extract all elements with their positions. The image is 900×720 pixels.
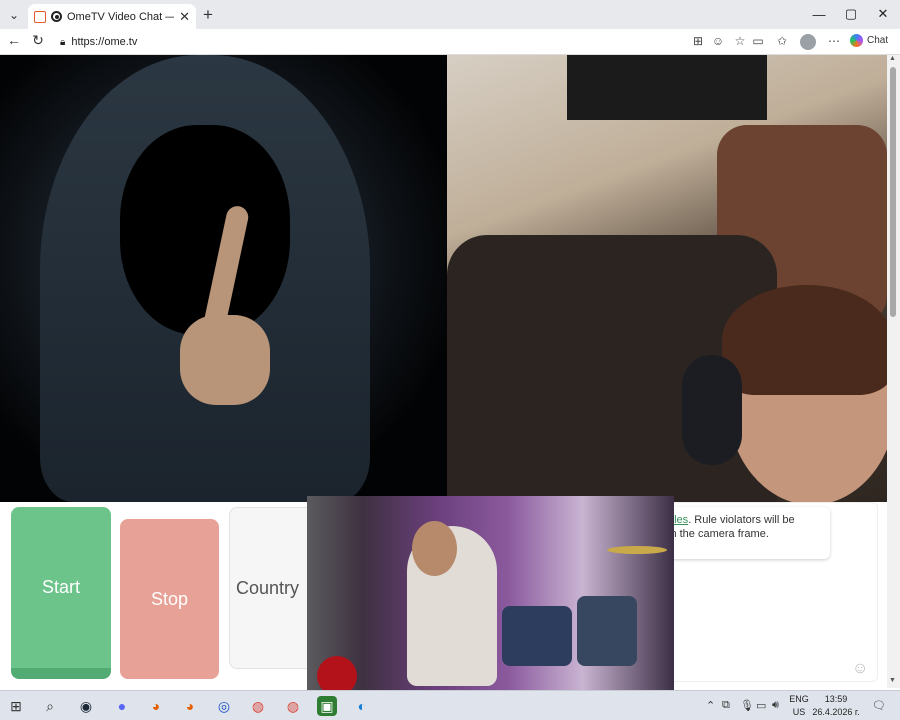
firefox-icon[interactable]: ◕ (146, 696, 166, 716)
tab-ometv[interactable]: OmeTV Video Chat — Omegle ✕ (28, 4, 196, 29)
network-icon[interactable]: ▭ (756, 699, 766, 712)
chrome-icon[interactable]: ◍ (248, 696, 268, 716)
start-button[interactable]: Start (11, 507, 111, 679)
minimize-button[interactable]: — (804, 4, 834, 24)
taskbar: ⊞ ⌕ ◉ ● ◕ ◕ ◎ ◍ ◍ ▣ ◐ ⌃ ⧉ 🎙︎ ▭ 🔊︎ ENG US… (0, 690, 900, 720)
stranger-hair (722, 285, 892, 395)
new-tab-button[interactable]: + (203, 5, 213, 25)
rules-notice: ules. Rule violators will be in the came… (660, 507, 830, 559)
steam-icon[interactable]: ◉ (76, 696, 96, 716)
stranger-headphones (682, 355, 742, 465)
clock[interactable]: 13:59 26.4.2026 г. (812, 693, 860, 719)
tab-favicon-icon (34, 10, 46, 23)
chat-label: Chat (867, 35, 889, 46)
tab-title: OmeTV Video Chat — Omegle (67, 10, 174, 23)
url-text: https://ome.tv (71, 36, 138, 48)
tab-close-icon[interactable]: ✕ (179, 9, 190, 25)
notice-text-1: . Rule violators will be (688, 514, 795, 526)
pip-drum-2 (577, 596, 637, 666)
maximize-button[interactable]: ▢ (836, 4, 866, 24)
clock-time: 13:59 (824, 694, 848, 704)
clock-date: 26.4.2026 г. (812, 707, 860, 717)
profile-avatar[interactable] (800, 34, 816, 50)
lock-icon: 🔒︎ (60, 36, 66, 48)
page-scrollbar[interactable]: ▲ ▼ (887, 55, 900, 688)
search-icon[interactable]: ⌕ (40, 696, 60, 716)
tab-list-chevron-icon[interactable]: ⌄ (4, 5, 24, 25)
copilot-chat-button[interactable]: Chat (850, 34, 888, 47)
pip-drummer-head (412, 521, 457, 576)
ea-icon[interactable]: ◎ (214, 696, 234, 716)
keyboard-layout: US (792, 707, 806, 717)
camera-icon[interactable]: ▭ (750, 34, 766, 48)
firefox-icon-2[interactable]: ◕ (180, 696, 200, 716)
pip-drum (502, 606, 572, 666)
room-tv (567, 55, 767, 120)
favorite-star-icon[interactable]: ☆ (732, 34, 748, 48)
edge-icon[interactable]: ◐ (352, 696, 372, 716)
discord-icon[interactable]: ● (112, 696, 132, 716)
address-toolbar: ← ↻ 🔒︎ https://ome.tv ⊞ ☺ ☆ ▭ ✩ ⋯ Chat (0, 29, 900, 55)
language-indicator[interactable]: ENG US (786, 693, 812, 719)
figure-face-shadow (120, 125, 290, 335)
copilot-icon (850, 34, 863, 47)
more-menu-icon[interactable]: ⋯ (826, 34, 842, 48)
pip-cymbal (607, 546, 667, 554)
apps-icon[interactable]: ⊞ (690, 34, 706, 48)
emoji-icon[interactable]: ☺ (852, 660, 868, 678)
back-icon[interactable]: ← (4, 32, 24, 48)
scrollbar-thumb[interactable] (890, 67, 896, 317)
volume-icon[interactable]: 🔊︎ (772, 699, 779, 712)
scroll-up-icon[interactable]: ▲ (889, 55, 896, 62)
language-code: ENG (789, 694, 809, 704)
figure-hand (180, 315, 270, 405)
extension-icon[interactable]: ☺ (710, 34, 726, 48)
android-icon[interactable]: ▣ (317, 696, 337, 716)
reload-icon[interactable]: ↻ (28, 32, 48, 49)
close-button[interactable]: ✕ (868, 4, 898, 24)
tray-app-icon[interactable]: ⧉ (722, 699, 730, 712)
stop-button[interactable]: Stop (120, 519, 219, 679)
picture-in-picture-video[interactable] (307, 496, 674, 700)
address-bar[interactable]: 🔒︎ https://ome.tv (54, 32, 690, 52)
notice-text-2: in the camera frame. (668, 528, 769, 540)
own-video-feed (0, 55, 447, 502)
notifications-icon[interactable]: 🗨︎ (872, 699, 886, 712)
tab-bar: ⌄ OmeTV Video Chat — Omegle ✕ + — ▢ ✕ (0, 0, 900, 29)
stranger-video-feed (447, 55, 897, 505)
microphone-icon[interactable]: 🎙︎ (740, 699, 754, 712)
scroll-down-icon[interactable]: ▼ (889, 677, 896, 684)
windows-logo-icon[interactable]: ⊞ (6, 696, 26, 716)
chrome-icon-2[interactable]: ◍ (283, 696, 303, 716)
favorites-icon[interactable]: ✩ (774, 34, 790, 48)
country-button[interactable]: Country (229, 507, 319, 669)
tray-chevron-icon[interactable]: ⌃ (706, 699, 715, 712)
recording-icon (51, 11, 62, 22)
